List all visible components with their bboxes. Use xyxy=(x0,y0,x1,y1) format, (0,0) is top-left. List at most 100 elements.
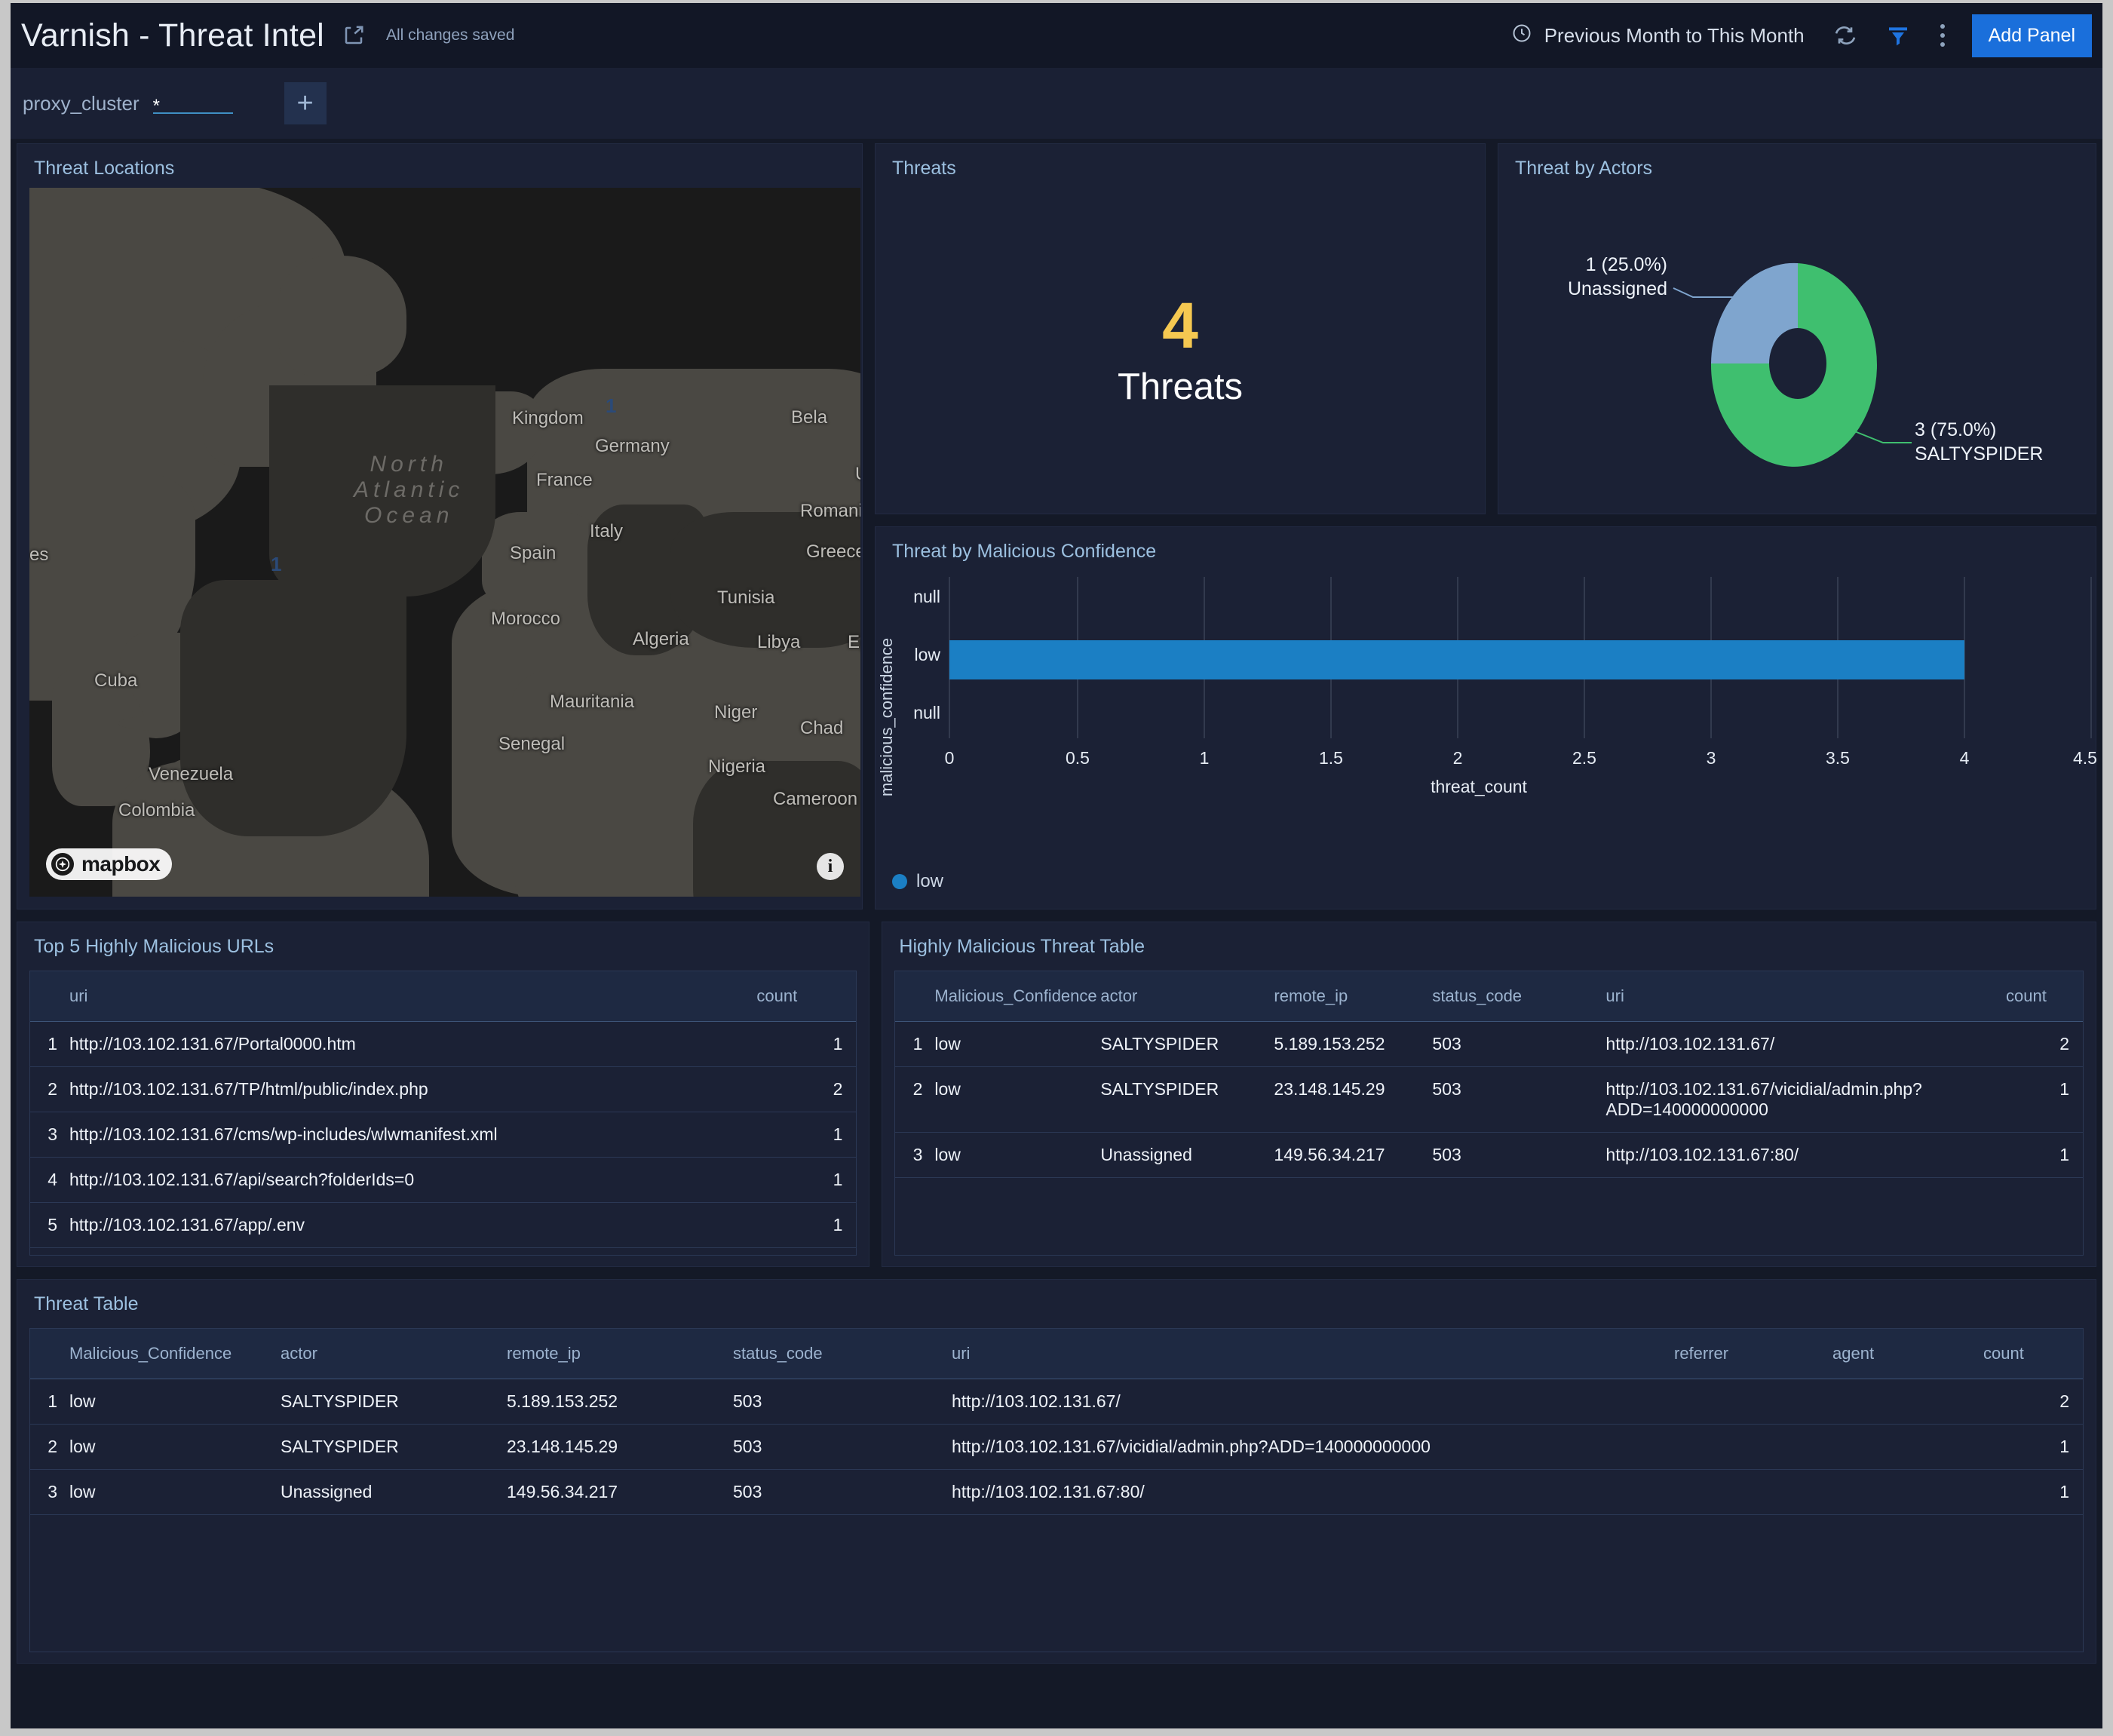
panel-title-threats: Threats xyxy=(892,158,956,179)
map-threat-marker[interactable]: 1 xyxy=(271,553,281,576)
donut-label-saltyspider-name: SALTYSPIDER xyxy=(1915,443,2043,465)
threat-table-wrap[interactable]: Malicious_Confidence actor remote_ip sta… xyxy=(29,1328,2084,1652)
svg-text:0.5: 0.5 xyxy=(1066,748,1090,768)
svg-text:1.5: 1.5 xyxy=(1319,748,1343,768)
top-urls-table-wrap[interactable]: uri count 1 http://103.102.131.67/Portal0… xyxy=(29,971,857,1256)
add-filter-button[interactable]: + xyxy=(284,82,327,124)
cell-rownum: 4 xyxy=(30,1157,63,1203)
col-uri[interactable]: uri xyxy=(63,971,751,1022)
col-malicious-confidence[interactable]: Malicious_Confidence xyxy=(928,971,1097,1022)
col-rownum xyxy=(30,971,63,1022)
cell-actor: SALTYSPIDER xyxy=(274,1379,501,1425)
cell-count: 1 xyxy=(2000,1066,2083,1133)
filter-input-underline xyxy=(152,112,233,114)
add-panel-button[interactable]: Add Panel xyxy=(1971,14,2092,57)
bar-y-axis-title: malicious_confidence xyxy=(877,638,896,796)
panel-title-threat-by-actors: Threat by Actors xyxy=(1515,158,1653,179)
cell-remote-ip: 23.148.145.29 xyxy=(501,1424,727,1470)
top-bar: Varnish - Threat Intel All changes saved… xyxy=(11,3,2102,68)
cell-remote-ip: 5.189.153.252 xyxy=(501,1379,727,1425)
col-referrer[interactable]: referrer xyxy=(1668,1329,1826,1379)
cell-malicious-confidence: low xyxy=(928,1021,1095,1067)
bar-legend[interactable]: low xyxy=(892,871,943,892)
refresh-icon[interactable] xyxy=(1833,23,1857,48)
mapbox-wordmark: mapbox xyxy=(81,852,161,876)
grid-row-threat-table: Threat Table Malicious_Confidence actor … xyxy=(17,1279,2096,1664)
map-threat-marker[interactable]: 1 xyxy=(606,394,616,418)
col-uri[interactable]: uri xyxy=(1599,971,2000,1022)
bar-series-low xyxy=(949,640,1964,679)
col-actor[interactable]: actor xyxy=(1094,971,1268,1022)
bar-xtick-labels: 0 0.5 1 1.5 2 2.5 3 3.5 4 4.5 xyxy=(945,748,2097,768)
table-row[interactable]: 5 http://103.102.131.67/app/.env 1 xyxy=(30,1202,857,1248)
panel-threat-by-malicious-confidence: Threat by Malicious Confidence malicious… xyxy=(875,526,2097,909)
svg-text:3.5: 3.5 xyxy=(1826,748,1850,768)
table-row[interactable]: 2 low SALTYSPIDER 23.148.145.29 503 http://10… xyxy=(30,1424,2083,1470)
col-malicious-confidence[interactable]: Malicious_Confidence xyxy=(63,1329,274,1379)
table-row[interactable]: 3 http://103.102.131.67/cms/wp-includes/w… xyxy=(30,1112,857,1158)
col-count[interactable]: count xyxy=(750,971,857,1022)
panel-threats-metric: Threats 4 Threats xyxy=(875,143,1486,514)
col-agent[interactable]: agent xyxy=(1826,1329,1977,1379)
filter-bar: proxy_cluster * + xyxy=(11,68,2102,139)
cell-uri: http://103.102.131.67/ xyxy=(946,1379,1668,1425)
highly-malicious-body: 1 low SALTYSPIDER 5.189.153.252 503 http://10… xyxy=(895,1021,2083,1178)
col-rownum xyxy=(30,1329,63,1379)
cell-uri: http://103.102.131.67:80/ xyxy=(946,1469,1668,1515)
table-row[interactable]: 1 low SALTYSPIDER 5.189.153.252 503 http://10… xyxy=(895,1021,2083,1067)
svg-text:2.5: 2.5 xyxy=(1572,748,1596,768)
cell-malicious-confidence: low xyxy=(63,1424,274,1470)
table-row[interactable]: 3 low Unassigned 149.56.34.217 503 http://103… xyxy=(30,1469,2083,1515)
col-status-code[interactable]: status_code xyxy=(727,1329,946,1379)
table-row[interactable]: 3 low Unassigned 149.56.34.217 503 http://103… xyxy=(895,1132,2083,1178)
bar-ytick-1: low xyxy=(914,645,940,664)
cell-uri: http://103.102.131.67/vicidial/admin.php… xyxy=(946,1424,1668,1470)
col-remote-ip[interactable]: remote_ip xyxy=(1268,971,1427,1022)
filter-icon[interactable] xyxy=(1886,23,1910,48)
time-range-picker[interactable]: Previous Month to This Month xyxy=(1511,23,1805,49)
donut-chart[interactable]: 1 (25.0%) Unassigned 3 (75.0%) SALTYSPID… xyxy=(1498,188,2096,514)
col-count[interactable]: count xyxy=(1977,1329,2083,1379)
hmt-table-wrap[interactable]: Malicious_Confidence actor remote_ip sta… xyxy=(894,971,2084,1256)
panel-title-malicious-confidence: Threat by Malicious Confidence xyxy=(892,541,1157,562)
threat-table: Malicious_Confidence actor remote_ip sta… xyxy=(30,1329,2083,1515)
bar-chart[interactable]: malicious_confidence null low null 0 0.5… xyxy=(876,566,2097,909)
map-canvas[interactable]: KingdomGermanyBelaFranceURomaniItalySpai… xyxy=(29,188,860,897)
col-actor[interactable]: actor xyxy=(274,1329,501,1379)
col-uri[interactable]: uri xyxy=(946,1329,1668,1379)
svg-text:4.5: 4.5 xyxy=(2073,748,2097,768)
share-icon[interactable] xyxy=(342,24,365,47)
table-row[interactable]: 1 low SALTYSPIDER 5.189.153.252 503 http://10… xyxy=(30,1379,2083,1425)
donut-label-unassigned-value: 1 (25.0%) xyxy=(1586,254,1667,275)
panel-threat-locations: Threat Locations Kingdom Germany Bela Fr… xyxy=(17,143,863,909)
cell-status-code: 503 xyxy=(727,1424,946,1470)
dashboard-grid: Threat Locations Kingdom Germany Bela Fr… xyxy=(11,139,2102,1664)
cell-remote-ip: 149.56.34.217 xyxy=(501,1469,727,1515)
col-rownum xyxy=(895,971,929,1022)
donut-label-unassigned-name: Unassigned xyxy=(1568,278,1667,299)
clock-icon xyxy=(1511,23,1532,49)
bar-x-axis-title: threat_count xyxy=(1431,777,1527,796)
table-row[interactable]: 1 http://103.102.131.67/Portal0000.htm 1 xyxy=(30,1021,857,1067)
col-count[interactable]: count xyxy=(2000,971,2083,1022)
col-status-code[interactable]: status_code xyxy=(1426,971,1600,1022)
table-row[interactable]: 2 http://103.102.131.67/TP/html/public/in… xyxy=(30,1066,857,1112)
cell-rownum: 2 xyxy=(30,1424,63,1470)
cell-rownum: 2 xyxy=(895,1066,929,1133)
cell-uri: http://103.102.131.67/vicidial/admin.php… xyxy=(1599,1066,2000,1133)
info-icon[interactable]: i xyxy=(817,853,844,880)
table-row[interactable]: 4 http://103.102.131.67/api/search?folder… xyxy=(30,1157,857,1203)
cell-referrer xyxy=(1668,1424,1826,1470)
cell-rownum: 5 xyxy=(30,1202,63,1248)
table-row[interactable]: 2 low SALTYSPIDER 23.148.145.29 503 http://10… xyxy=(895,1066,2083,1133)
mapbox-logo[interactable]: mapbox xyxy=(46,848,173,880)
cell-uri: http://103.102.131.67/Portal0000.htm xyxy=(63,1021,751,1067)
panel-title-top-urls: Top 5 Highly Malicious URLs xyxy=(34,936,274,957)
table-header-row: Malicious_Confidence actor remote_ip sta… xyxy=(30,1329,2083,1379)
col-remote-ip[interactable]: remote_ip xyxy=(501,1329,727,1379)
cell-uri: http://103.102.131.67/cms/wp-includes/wl… xyxy=(63,1112,751,1158)
cell-count: 2 xyxy=(1977,1379,2083,1425)
cell-count: 1 xyxy=(750,1157,857,1203)
cell-count: 1 xyxy=(1977,1424,2083,1470)
more-vertical-icon[interactable] xyxy=(1939,23,1946,48)
